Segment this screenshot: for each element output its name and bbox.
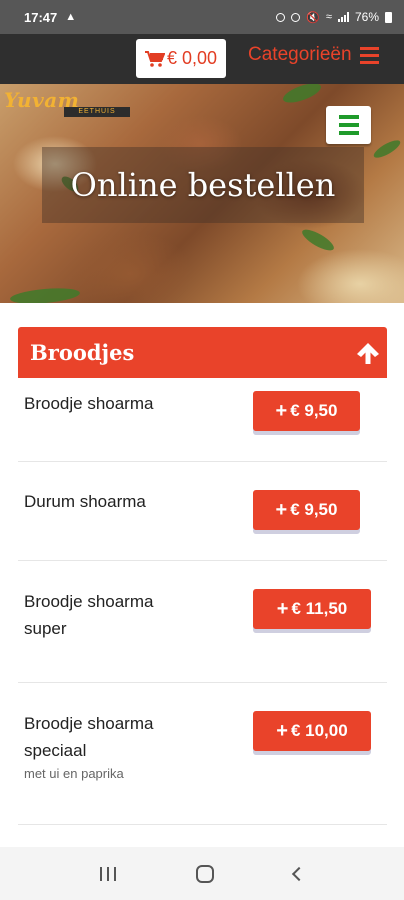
hero-banner: Yuvam EETHUIS Online bestellen [0,84,404,303]
add-to-cart-button[interactable]: + € 11,50 [253,589,371,629]
logo-subtext: EETHUIS [64,107,130,117]
recents-icon[interactable] [100,866,116,881]
item-price: € 9,50 [290,500,338,519]
menu-item: Broodje shoarma speciaal met ui en papri… [18,683,387,825]
wifi-icon: ≈ [325,11,332,23]
item-name: Broodje shoarma super [24,592,154,638]
plus-icon: + [275,399,288,422]
mute-icon: 🔇 [306,11,320,24]
status-bar: 17:47 ▲ 🔇 ≈ 76% [0,0,404,34]
top-nav: € 0,00 Categorieën [0,34,404,84]
category-title: Broodjes [30,340,135,365]
home-icon[interactable] [196,864,214,883]
plus-icon: + [275,498,288,521]
cart-total: € 0,00 [166,48,218,68]
signal-icon [337,12,349,22]
menu-item: Broodje shoarma + € 9,50 [18,390,387,462]
item-name: Broodje shoarma [24,394,154,413]
categories-label: Categorieën [248,44,352,65]
menu-button[interactable] [326,106,371,144]
menu-item: Broodje shoarma super + € 11,50 [18,561,387,683]
nfc-icon [276,12,286,22]
battery-text: 76% [354,10,379,24]
plus-icon: + [276,597,289,620]
battery-icon [385,11,392,23]
back-icon[interactable] [291,866,307,881]
alarm-icon [291,12,301,22]
arrow-up-icon[interactable] [355,340,381,366]
hamburger-icon [359,46,379,64]
item-name: Broodje shoarma speciaal [24,714,154,760]
item-name: Durum shoarma [24,492,146,511]
category-header[interactable]: Broodjes [18,327,387,378]
cart-icon [144,50,165,67]
item-description: met ui en paprika [24,766,124,781]
item-price: € 9,50 [290,401,338,420]
plus-icon: + [276,719,288,742]
categories-link[interactable]: Categorieën [248,44,379,66]
add-to-cart-button[interactable]: + € 10,00 [253,711,371,751]
item-price: € 10,00 [290,721,348,740]
item-price: € 11,50 [291,599,348,618]
cart-button[interactable]: € 0,00 [136,39,226,78]
hero-title-box: Online bestellen [42,147,364,223]
notification-icon: ▲ [65,11,77,23]
page-title: Online bestellen [70,166,336,204]
menu-icon [338,115,359,119]
add-to-cart-button[interactable]: + € 9,50 [253,490,360,530]
logo[interactable]: Yuvam EETHUIS [4,88,134,118]
system-nav-bar [0,847,404,900]
menu-item: Durum shoarma + € 9,50 [18,462,387,561]
status-time: 17:47 [24,9,58,25]
add-to-cart-button[interactable]: + € 9,50 [253,391,360,431]
